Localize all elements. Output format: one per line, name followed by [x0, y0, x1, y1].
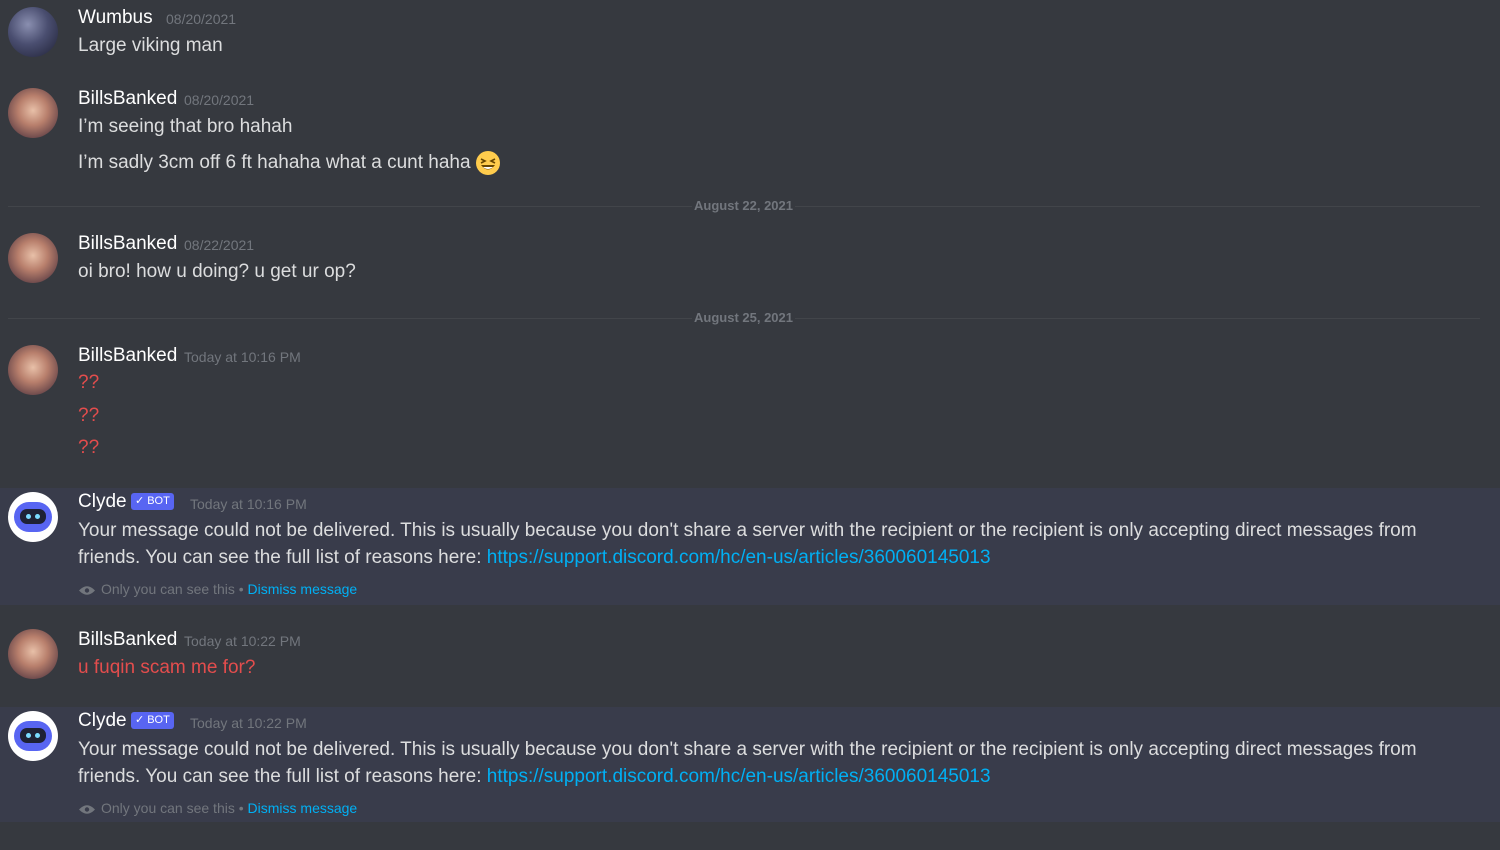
message-text: I’m sadly 3cm off 6 ft hahaha what a cun… [78, 152, 471, 174]
clyde-avatar[interactable] [8, 711, 58, 761]
support-link[interactable]: https://support.discord.com/hc/en-us/art… [487, 766, 991, 787]
username[interactable]: BillsBanked [78, 629, 177, 651]
dismiss-message-link[interactable]: Dismiss message [248, 581, 358, 597]
bot-badge-label: BOT [147, 714, 170, 726]
message-text: u fuqin scam me for? [78, 657, 256, 678]
check-icon: ✓ [135, 714, 145, 726]
message-text: ?? [78, 372, 100, 393]
timestamp: Today at 10:16 PM [184, 349, 301, 365]
timestamp: 08/22/2021 [184, 237, 255, 253]
eye-icon [79, 805, 95, 814]
ephemeral-notice: Only you can see this • Dismiss message [78, 581, 357, 597]
avatar[interactable] [8, 629, 58, 679]
message-text: Your message could not be delivered. Thi… [78, 517, 1438, 571]
avatar[interactable] [8, 88, 58, 138]
date-divider-label: August 25, 2021 [692, 310, 795, 325]
laughing-emoji-icon [475, 151, 500, 175]
message-text: oi bro! how u doing? u get ur op? [78, 261, 356, 282]
dismiss-message-link[interactable]: Dismiss message [248, 800, 358, 816]
ephemeral-notice: Only you can see this • Dismiss message [78, 800, 357, 816]
support-link[interactable]: https://support.discord.com/hc/en-us/art… [487, 547, 991, 568]
message-text: I’m seeing that bro hahah [78, 116, 293, 137]
ephemeral-label: Only you can see this • [101, 581, 244, 597]
message-text-line: I’m sadly 3cm off 6 ft hahaha what a cun… [78, 150, 501, 176]
ephemeral-label: Only you can see this • [101, 800, 244, 816]
message-text: Your message could not be delivered. Thi… [78, 736, 1438, 790]
eye-icon [79, 586, 95, 595]
bot-badge: ✓ BOT [131, 712, 174, 729]
username[interactable]: BillsBanked [78, 345, 177, 367]
timestamp: Today at 10:22 PM [184, 633, 301, 649]
username[interactable]: Clyde [78, 491, 127, 513]
message-text: ?? [78, 405, 100, 426]
date-divider-label: August 22, 2021 [692, 198, 795, 213]
check-icon: ✓ [135, 495, 145, 507]
bot-badge-label: BOT [147, 495, 170, 507]
avatar[interactable] [8, 345, 58, 395]
message-text: Large viking man [78, 35, 223, 56]
message-text: ?? [78, 437, 100, 458]
username[interactable]: Wumbus [78, 7, 153, 29]
timestamp: Today at 10:22 PM [190, 715, 307, 731]
avatar[interactable] [8, 7, 58, 57]
username[interactable]: BillsBanked [78, 88, 177, 110]
timestamp: Today at 10:16 PM [190, 496, 307, 512]
clyde-avatar[interactable] [8, 492, 58, 542]
username[interactable]: Clyde [78, 710, 127, 732]
timestamp: 08/20/2021 [184, 92, 255, 108]
username[interactable]: BillsBanked [78, 233, 177, 255]
timestamp: 08/20/2021 [166, 11, 237, 27]
avatar[interactable] [8, 233, 58, 283]
bot-badge: ✓ BOT [131, 493, 174, 510]
